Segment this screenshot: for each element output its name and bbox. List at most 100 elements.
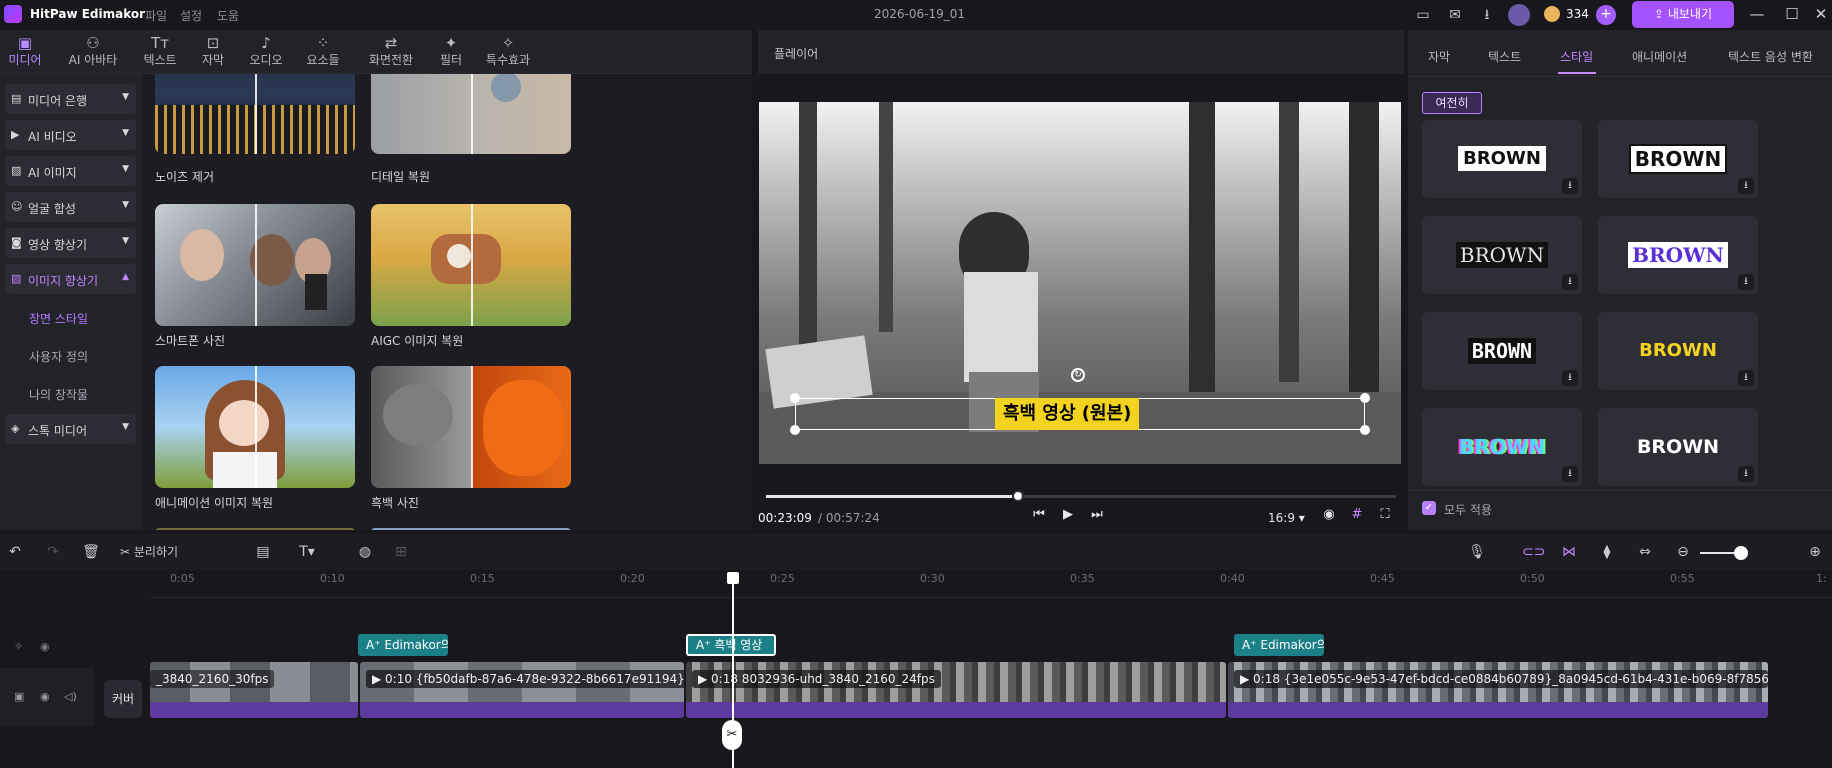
eye-icon[interactable]: ◉ (40, 640, 50, 653)
undo-icon[interactable]: ↶ (6, 544, 24, 560)
playhead-handle[interactable] (727, 572, 739, 584)
download-icon[interactable]: ⭳ (1738, 466, 1754, 482)
style-card[interactable]: BROWN ⭳ (1598, 408, 1758, 486)
text-clip-selected[interactable]: A⁺ 흑백 영상 (686, 634, 776, 656)
cover-button[interactable]: 커버 (104, 680, 142, 718)
caption-text[interactable]: 흑백 영상 (원본) (995, 398, 1140, 430)
zoom-out-icon[interactable]: ⊖ (1674, 544, 1692, 560)
tab-audio[interactable]: ♪ 오디오 (243, 30, 289, 74)
time-ruler[interactable] (150, 570, 1832, 598)
video-clip[interactable]: ▶ 0:18 8032936-uhd_3840_2160_24fps (686, 662, 1226, 718)
thumb-anime-restore[interactable] (155, 366, 355, 488)
sidebar-sub-scene-style[interactable]: 장면 스타일 (29, 310, 88, 327)
split-button[interactable]: ✂ 분리하기 (120, 542, 178, 562)
next-frame-icon[interactable]: ⏭ (1088, 507, 1106, 522)
snapshot-icon[interactable]: ◉ (1320, 507, 1338, 522)
playback-progress[interactable] (766, 490, 1396, 502)
style-card[interactable]: BROWN ⭳ (1598, 216, 1758, 294)
tab-subtitle[interactable]: 자막 (1428, 48, 1450, 65)
tab-style[interactable]: 스타일 (1560, 48, 1593, 65)
style-card[interactable]: BROWN ⭳ (1422, 312, 1582, 390)
zoom-in-icon[interactable]: ⊕ (1806, 544, 1824, 560)
export-button[interactable]: ⇪ 내보내기 (1632, 1, 1734, 28)
tab-ai-avatar[interactable]: ⚇ AI 아바타 (62, 30, 124, 74)
scissors-icon[interactable]: ✂ (722, 720, 742, 750)
feedback-icon[interactable]: ✉ (1446, 6, 1464, 24)
subtitle-tool-icon[interactable]: ▤ (254, 544, 272, 560)
download-icon[interactable]: ⭳ (1738, 178, 1754, 194)
grid-icon[interactable]: # (1348, 507, 1366, 522)
sidebar-item-stock-media[interactable]: ◈ 스톡 미디어 ▼ (5, 414, 136, 444)
download-icon[interactable]: ⭳ (1738, 274, 1754, 290)
thumb-detail-restore[interactable] (371, 74, 571, 154)
sidebar-item-image-enhancer[interactable]: ▧ 이미지 향상기 ▲ (5, 264, 136, 294)
minimize-icon[interactable]: — (1746, 4, 1768, 24)
tab-text[interactable]: 텍스트 (1488, 48, 1521, 65)
close-icon[interactable]: ✕ (1810, 4, 1832, 24)
sidebar-item-media-bank[interactable]: ▤ 미디어 은행 ▼ (5, 84, 136, 114)
text-clip[interactable]: A⁺ Edimakor의 (1234, 634, 1324, 656)
tab-elements[interactable]: ⁘ 요소들 (300, 30, 346, 74)
prev-frame-icon[interactable]: ⏮ (1030, 507, 1048, 522)
aspect-ratio-select[interactable]: 16:9 ▾ (1268, 511, 1305, 525)
layout-icon[interactable]: ▭ (1414, 6, 1432, 24)
split-audio-icon[interactable]: ⧫ (1598, 544, 1616, 560)
add-credits-button[interactable]: + (1596, 5, 1616, 25)
audio-tool-icon[interactable]: ◍ (356, 544, 374, 560)
snap-icon[interactable]: ⋈ (1560, 544, 1578, 560)
video-clip[interactable]: ▶ 0:10 {fb50dafb-87a6-478e-9322-8b6617e9… (360, 662, 684, 718)
tab-text[interactable]: Tт 텍스트 (137, 30, 183, 74)
download-icon[interactable]: ⭳ (1562, 178, 1578, 194)
video-clip[interactable]: _3840_2160_30fps (150, 662, 358, 718)
download-icon[interactable]: ⭳ (1562, 274, 1578, 290)
tab-filter[interactable]: ✦ 필터 (434, 30, 468, 74)
rotate-icon[interactable]: ↻ (1071, 368, 1085, 382)
tab-media[interactable]: ▣ 미디어 (4, 30, 46, 74)
style-card[interactable]: BROWN ⭳ (1422, 408, 1582, 486)
video-preview[interactable]: ↻ 흑백 영상 (원본) (759, 102, 1401, 464)
tab-text-to-speech[interactable]: 텍스트 음성 변환 (1728, 48, 1813, 65)
resize-handle[interactable] (790, 393, 800, 403)
fullscreen-icon[interactable]: ⛶ (1376, 507, 1394, 522)
tab-animation[interactable]: 애니메이션 (1632, 48, 1687, 65)
download-icon[interactable]: ⭳ (1562, 370, 1578, 386)
download-icon[interactable]: ⭳ (1478, 6, 1496, 24)
menu-help[interactable]: 도움 (217, 7, 239, 24)
link-icon[interactable]: ⊂⊃ (1522, 544, 1545, 560)
menu-file[interactable]: 파일 (145, 7, 167, 24)
video-clip[interactable]: ▶ 0:18 {3e1e055c-9e53-47ef-bdcd-ce0884b6… (1228, 662, 1768, 718)
tab-subtitle[interactable]: ⊡ 자막 (195, 30, 231, 74)
microphone-icon[interactable]: 🎙 (1468, 544, 1486, 560)
play-icon[interactable]: ▶ (1059, 507, 1077, 522)
download-icon[interactable]: ⭳ (1738, 370, 1754, 386)
sidebar-sub-my-creations[interactable]: 나의 창작물 (29, 386, 88, 403)
add-track-icon[interactable]: ⊞ (392, 544, 410, 560)
resize-handle[interactable] (790, 425, 800, 435)
progress-knob[interactable] (1012, 490, 1024, 502)
sidebar-sub-custom[interactable]: 사용자 정의 (29, 348, 88, 365)
tab-transition[interactable]: ⇄ 화면전환 (360, 30, 422, 74)
tab-effects[interactable]: ✧ 특수효과 (480, 30, 536, 74)
sidebar-item-face-swap[interactable]: ☺ 얼굴 합성 ▼ (5, 192, 136, 222)
download-icon[interactable]: ⭳ (1562, 466, 1578, 482)
text-dropdown-icon[interactable]: T▾ (292, 544, 322, 560)
menu-settings[interactable]: 설정 (180, 7, 202, 24)
sidebar-item-ai-video[interactable]: ▶ AI 비디오 ▼ (5, 120, 136, 150)
thumb-noise-removal[interactable] (155, 74, 355, 154)
filter-chip[interactable]: 여전히 (1422, 92, 1482, 114)
redo-icon[interactable]: ↷ (44, 544, 62, 560)
style-card[interactable]: BROWN ⭳ (1598, 120, 1758, 198)
speaker-icon[interactable]: ◁) (64, 690, 77, 703)
sidebar-item-ai-image[interactable]: ▨ AI 이미지 ▼ (5, 156, 136, 186)
sidebar-item-video-enhancer[interactable]: ◙ 영상 향상기 ▼ (5, 228, 136, 258)
avatar[interactable] (1508, 4, 1530, 26)
apply-all-checkbox[interactable]: ✓ (1422, 501, 1436, 515)
style-card[interactable]: BROWN ⭳ (1422, 216, 1582, 294)
zoom-knob[interactable] (1734, 546, 1748, 560)
text-clip[interactable]: A⁺ Edimakor의 (358, 634, 448, 656)
thumb-bw-photo[interactable] (371, 366, 571, 488)
fit-icon[interactable]: ⇔ (1636, 544, 1654, 560)
thumb-smartphone-photo[interactable] (155, 204, 355, 326)
resize-handle[interactable] (1360, 425, 1370, 435)
resize-handle[interactable] (1360, 393, 1370, 403)
